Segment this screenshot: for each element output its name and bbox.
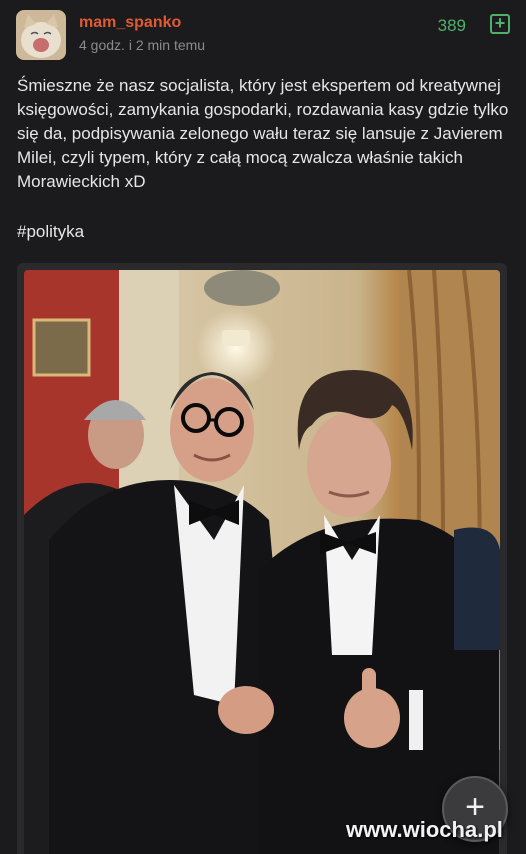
avatar[interactable] — [16, 10, 66, 60]
post-image-card — [17, 263, 507, 854]
post-photo[interactable] — [24, 270, 500, 854]
plus-square-icon[interactable]: + — [490, 14, 510, 34]
watermark: www.wiocha.pl — [346, 817, 503, 842]
username-link[interactable]: mam_spanko — [79, 14, 181, 32]
post-timestamp: 4 godz. i 2 min temu — [79, 37, 206, 53]
post-header: mam_spanko 4 godz. i 2 min temu 389 + — [16, 10, 510, 62]
vote-count: 389 — [437, 16, 466, 35]
post-body: Śmieszne że nasz socjalista, który jest … — [17, 76, 509, 191]
tag-link[interactable]: #polityka — [17, 222, 84, 242]
